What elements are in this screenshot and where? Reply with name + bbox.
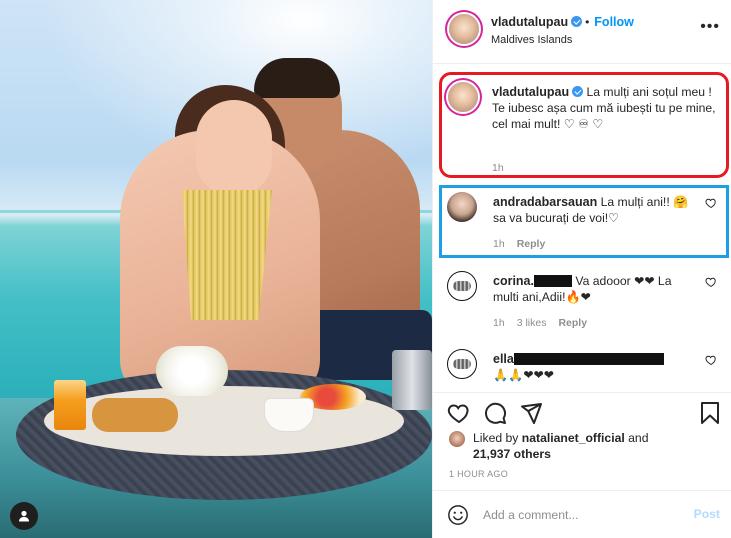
like-comment-heart-icon[interactable]: [705, 354, 717, 366]
post-timestamp[interactable]: 1 HOUR AGO: [449, 469, 508, 479]
comment-text: 🙏🙏❤❤❤: [493, 368, 554, 382]
save-bookmark-icon[interactable]: [698, 401, 722, 425]
commenter-avatar[interactable]: [447, 192, 477, 222]
add-comment-bar: Post: [433, 490, 731, 538]
verified-badge-icon: [572, 86, 584, 97]
comment-body: ella 🙏🙏❤❤❤: [493, 351, 693, 383]
comment-meta: 1h Reply: [493, 238, 557, 250]
photo-gold-top: [182, 190, 272, 320]
post-header: vladutalupau • Follow Maldives Islands •••: [433, 0, 731, 64]
liker-avatar[interactable]: [449, 431, 465, 447]
comment-body: corina. Va adooor ❤❤ La multi ani,Adii!🔥…: [493, 273, 693, 305]
avatar-image: [453, 281, 471, 291]
reply-button[interactable]: Reply: [558, 317, 587, 329]
redaction-bar: [513, 353, 664, 365]
comment-bubble-icon[interactable]: [483, 401, 507, 425]
photo-croissants: [92, 398, 178, 432]
verified-badge-icon: [571, 16, 583, 27]
emoji-icon[interactable]: [447, 504, 469, 526]
likes-others-link[interactable]: 21,937 others: [473, 447, 551, 461]
photo-coffee-pot: [392, 350, 432, 410]
caption-highlight: vladutalupau La mulți ani soțul meu ! Te…: [439, 72, 729, 178]
comment-time[interactable]: 1h: [493, 317, 505, 329]
reply-button[interactable]: Reply: [517, 238, 546, 250]
add-comment-input[interactable]: [483, 504, 673, 526]
post-sidebar: vladutalupau • Follow Maldives Islands •••…: [432, 0, 731, 538]
comment-username[interactable]: corina.: [493, 274, 534, 288]
comment-item: andradabarsauan La mulți ani!! 🤗 sa va b…: [447, 192, 717, 252]
comment-likes[interactable]: 3 likes: [517, 317, 547, 329]
photo-cup: [264, 398, 314, 432]
commenter-avatar[interactable]: [447, 271, 477, 301]
likes-and: and: [628, 431, 649, 445]
follow-button[interactable]: Follow: [594, 15, 634, 29]
like-comment-heart-icon[interactable]: [705, 276, 717, 288]
tagged-user-icon[interactable]: [10, 502, 38, 530]
comment-username[interactable]: andradabarsauan: [493, 195, 597, 209]
action-bar: [433, 392, 731, 432]
caption-avatar[interactable]: [448, 82, 478, 112]
liked-by-user[interactable]: natalianet_official: [522, 431, 625, 445]
photo-juice: [54, 380, 86, 430]
caption-text: vladutalupau La mulți ani soțul meu ! Te…: [492, 84, 717, 132]
comment-item: ella 🙏🙏❤❤❤: [447, 349, 717, 389]
comment-meta: 1h 3 likes Reply: [493, 317, 599, 329]
caption-line-1: La mulți ani soțul meu !: [586, 85, 712, 99]
photo-woman-face: [196, 100, 272, 196]
comment-item: corina. Va adooor ❤❤ La multi ani,Adii!🔥…: [447, 271, 717, 331]
redaction-bar: [534, 275, 572, 287]
photo-flowers: [156, 346, 228, 396]
more-options-icon[interactable]: •••: [700, 19, 720, 35]
photo-man-hair: [254, 58, 340, 98]
post-photo[interactable]: [0, 0, 432, 538]
likes-summary: Liked by natalianet_official and 21,937 …: [447, 428, 727, 462]
location-link[interactable]: Maldives Islands: [491, 34, 572, 46]
like-heart-icon[interactable]: [447, 401, 471, 425]
author-username[interactable]: vladutalupau: [491, 15, 568, 29]
dot-separator: •: [585, 15, 590, 29]
liked-by-prefix: Liked by: [473, 431, 519, 445]
caption-line-2: Te iubesc așa cum mă iubești tu pe mine,…: [492, 101, 716, 131]
share-paper-plane-icon[interactable]: [519, 401, 543, 425]
avatar-image: [453, 359, 471, 369]
comment-time[interactable]: 1h: [493, 238, 505, 250]
header-line: vladutalupau • Follow: [491, 15, 634, 29]
comment-body: andradabarsauan La mulți ani!! 🤗 sa va b…: [493, 194, 693, 226]
caption-time[interactable]: 1h: [492, 162, 504, 174]
post-comment-button[interactable]: Post: [694, 507, 720, 521]
comment-username[interactable]: ella: [493, 352, 514, 366]
likes-text: Liked by natalianet_official and 21,937 …: [473, 430, 703, 462]
commenter-avatar[interactable]: [447, 349, 477, 379]
like-comment-heart-icon[interactable]: [705, 197, 717, 209]
author-avatar[interactable]: [449, 14, 479, 44]
user-icon: [19, 510, 29, 522]
caption-username[interactable]: vladutalupau: [492, 85, 569, 99]
